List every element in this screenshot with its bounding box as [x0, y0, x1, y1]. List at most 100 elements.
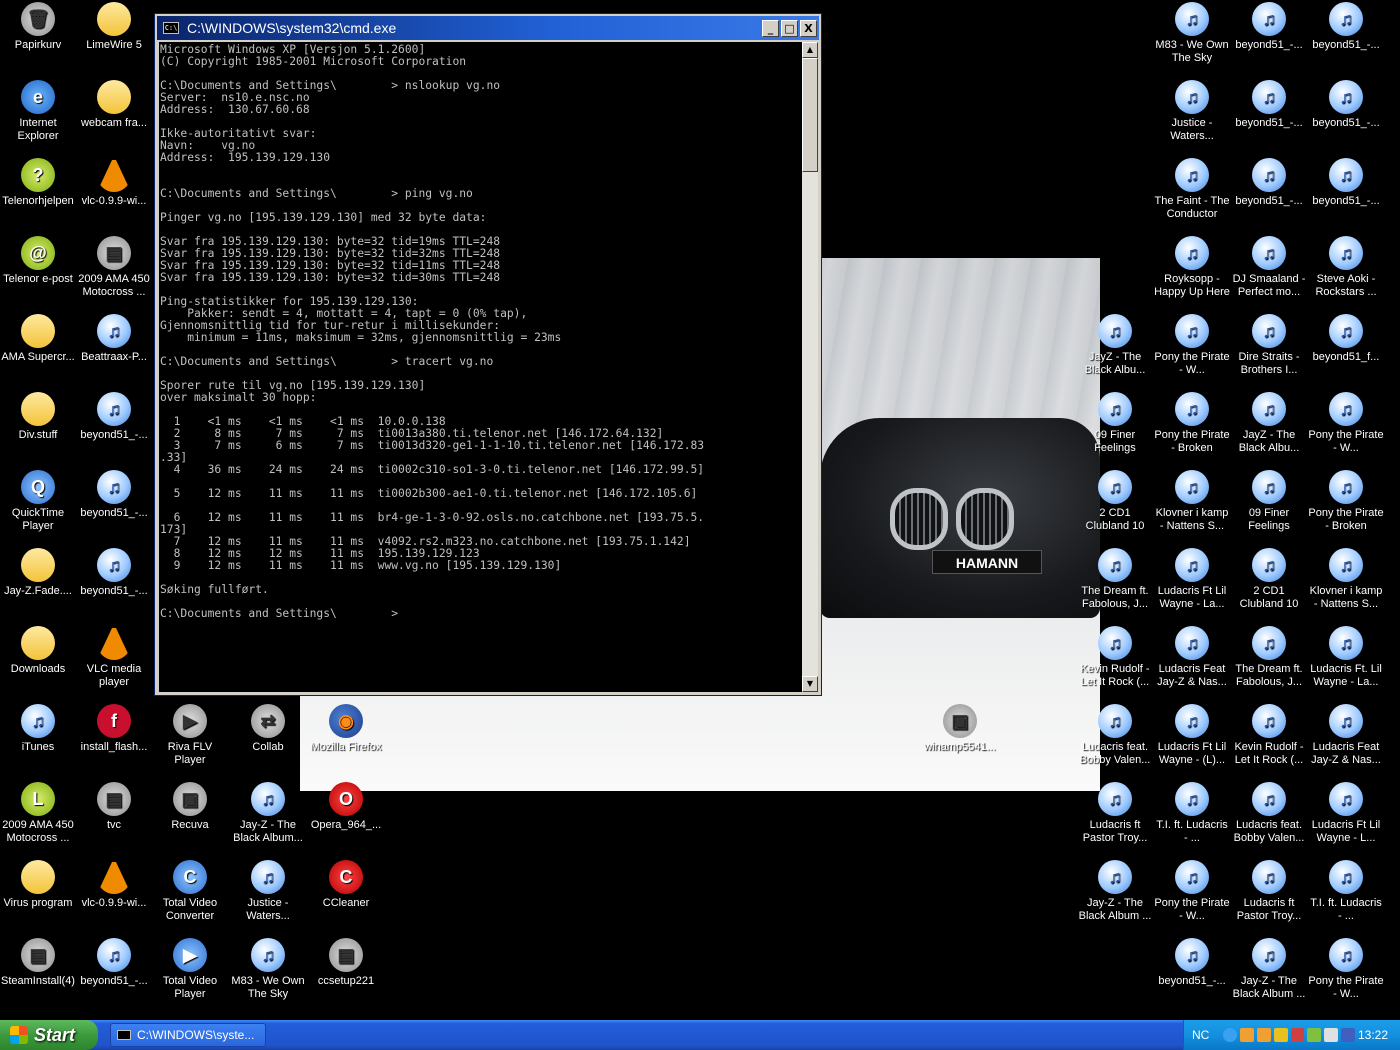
desktop-icon[interactable]: Virus program	[0, 860, 76, 910]
desktop-icon[interactable]: webcam fra...	[76, 80, 152, 130]
tray-device-icon[interactable]	[1324, 1028, 1339, 1042]
desktop-icon[interactable]: AMA Supercr...	[0, 314, 76, 364]
desktop-icon[interactable]: ♫ 09 Finer Feelings	[1231, 470, 1307, 533]
desktop-icon[interactable]: ▶ Riva FLV Player	[152, 704, 228, 767]
desktop-icon[interactable]: ♫ 2 CD1 Clubland 10 Darren St...	[1077, 470, 1153, 533]
desktop-icon[interactable]: ♫ Ludacris feat. Bobby Valen...	[1077, 704, 1153, 767]
tray-app-icon[interactable]	[1240, 1028, 1254, 1042]
taskbar-item-cmd[interactable]: C:\WINDOWS\syste...	[110, 1023, 266, 1047]
desktop-icon[interactable]: ♫ Ludacris Ft Lil Wayne - (L)...	[1154, 704, 1230, 767]
desktop-icon[interactable]: ▤ 2009 AMA 450 Motocross ...	[76, 236, 152, 299]
desktop-icon[interactable]: ♫ Kevin Rudolf - Let It Rock (...	[1231, 704, 1307, 767]
tray-arrow-icon[interactable]	[1223, 1028, 1238, 1042]
desktop-icon[interactable]: ♫ Pony the Pirate - W...	[1154, 860, 1230, 923]
desktop-icon[interactable]: L 2009 AMA 450 Motocross ...	[0, 782, 76, 845]
desktop-icon[interactable]: ♫ Pony the Pirate - W...	[1154, 314, 1230, 377]
scroll-down-button[interactable]: ▼	[802, 676, 818, 692]
scroll-thumb[interactable]	[802, 58, 818, 172]
tray-volume-icon[interactable]	[1307, 1028, 1322, 1042]
console-output[interactable]: Microsoft Windows XP [Versjon 5.1.2600] …	[159, 42, 802, 692]
tray-security-icon[interactable]	[1290, 1028, 1305, 1042]
desktop-icon[interactable]: ▶ Total Video Player	[152, 938, 228, 1001]
desktop-icon[interactable]: Q QuickTime Player	[0, 470, 76, 533]
desktop-icon[interactable]: O Opera_964_...	[308, 782, 384, 832]
desktop-icon[interactable]: ♫ beyond51_-...	[1308, 2, 1384, 52]
desktop-icon[interactable]: ♫ Ludacris Ft Lil Wayne - La...	[1154, 548, 1230, 611]
desktop-icon[interactable]: ⇄ Collab	[230, 704, 306, 754]
desktop-icon[interactable]: ♫ Jay-Z - The Black Album ...	[1231, 938, 1307, 1001]
tray-monitor-icon[interactable]	[1341, 1028, 1355, 1042]
desktop-icon[interactable]: @ Telenor e-post	[0, 236, 76, 286]
tray-network-icon[interactable]	[1273, 1028, 1288, 1042]
minimize-button[interactable]: _	[762, 19, 779, 37]
desktop-icon[interactable]: ♫ beyond51_f...	[1308, 314, 1384, 364]
desktop-icon[interactable]: ♫ Pony the Pirate - Broken	[1154, 392, 1230, 455]
desktop-icon[interactable]: ♫ beyond51_-...	[76, 548, 152, 598]
desktop-icon[interactable]: ♫ Ludacris ft Pastor Troy...	[1077, 782, 1153, 845]
desktop-icon[interactable]: C CCleaner	[308, 860, 384, 910]
desktop-icon[interactable]: ♫ JayZ - The Black Albu...	[1231, 392, 1307, 455]
start-button[interactable]: Start	[0, 1020, 98, 1050]
desktop-icon[interactable]: ♫ Klovner i kamp - Nattens S...	[1308, 548, 1384, 611]
desktop-icon[interactable]: vlc-0.9.9-wi...	[76, 158, 152, 208]
desktop-icon[interactable]: ♫ Steve Aoki - Rockstars ...	[1308, 236, 1384, 299]
desktop-icon[interactable]: ♫ Justice - Waters...	[1154, 80, 1230, 143]
desktop-icon[interactable]: f install_flash...	[76, 704, 152, 754]
desktop-icon[interactable]: ♫ T.I. ft. Ludacris - ...	[1308, 860, 1384, 923]
desktop-icon[interactable]: ♫ Pony the Pirate - W...	[1308, 392, 1384, 455]
desktop-icon[interactable]: ♫ Pony the Pirate - Broken	[1308, 470, 1384, 533]
desktop-icon[interactable]: LimeWire 5	[76, 2, 152, 52]
desktop-icon[interactable]: ♫ Kevin Rudolf - Let It Rock (...	[1077, 626, 1153, 689]
desktop-icon[interactable]: ♫ Klovner i kamp - Nattens S...	[1154, 470, 1230, 533]
desktop-icon[interactable]: ♫ 09 Finer Feelings	[1077, 392, 1153, 455]
desktop-icon[interactable]: ♫ beyond51_-...	[1308, 80, 1384, 130]
desktop-icon[interactable]: ♫ Dire Straits - Brothers I...	[1231, 314, 1307, 377]
desktop-icon[interactable]: ♫ beyond51_-...	[1231, 2, 1307, 52]
desktop-icon[interactable]: VLC media player	[76, 626, 152, 689]
desktop-icon[interactable]: ♫ beyond51_-...	[1231, 158, 1307, 208]
clock[interactable]: 13:22	[1358, 1028, 1388, 1042]
desktop-icon[interactable]: Div.stuff	[0, 392, 76, 442]
desktop-icon[interactable]: ♫ Beattraax-P...	[76, 314, 152, 364]
desktop-icon[interactable]: ? Telenorhjelpen	[0, 158, 76, 208]
desktop-icon[interactable]: ♫ M83 - We Own The Sky	[1154, 2, 1230, 65]
cmd-titlebar[interactable]: C:\ C:\WINDOWS\system32\cmd.exe _ □ X	[157, 16, 819, 40]
desktop-icon[interactable]: ♫ Ludacris Feat Jay-Z & Nas...	[1154, 626, 1230, 689]
desktop-icon[interactable]: vlc-0.9.9-wi...	[76, 860, 152, 910]
desktop-icon[interactable]: ♫ beyond51_-...	[76, 470, 152, 520]
desktop-icon[interactable]: ♫ Jay-Z - The Black Album...	[230, 782, 306, 845]
desktop-icon[interactable]: ♫ iTunes	[0, 704, 76, 754]
desktop-icon[interactable]: ♫ Jay-Z - The Black Album ...	[1077, 860, 1153, 923]
desktop-icon[interactable]: Downloads	[0, 626, 76, 676]
desktop-icon[interactable]: ♫ Justice - Waters...	[230, 860, 306, 923]
desktop-icon[interactable]: ▤ ccsetup221	[308, 938, 384, 988]
desktop-icon[interactable]: ♫ The Dream ft. Fabolous, J...	[1231, 626, 1307, 689]
desktop-icon[interactable]: ♫ beyond51_-...	[1308, 158, 1384, 208]
desktop-icon[interactable]: ♫ Ludacris Ft. Lil Wayne - La...	[1308, 626, 1384, 689]
desktop-icon[interactable]: ♫ Ludacris feat. Bobby Valen...	[1231, 782, 1307, 845]
vertical-scrollbar[interactable]: ▲ ▼	[802, 42, 818, 692]
close-button[interactable]: X	[800, 19, 817, 37]
desktop-icon[interactable]: Jay-Z.Fade....	[0, 548, 76, 598]
desktop-icon[interactable]: ▤ tvc	[76, 782, 152, 832]
desktop-icon[interactable]: ▣ winamp5541...	[922, 704, 998, 754]
desktop-icon[interactable]: ♫ beyond51_-...	[76, 938, 152, 988]
desktop-icon[interactable]: C Total Video Converter	[152, 860, 228, 923]
desktop-icon[interactable]: ♫ Pony the Pirate - W...	[1308, 938, 1384, 1001]
desktop-icon[interactable]: ♫ beyond51_-...	[76, 392, 152, 442]
desktop-icon[interactable]: ♫ Royksopp - Happy Up Here	[1154, 236, 1230, 299]
desktop-icon[interactable]: ▤ SteamInstall(4)	[0, 938, 76, 988]
desktop-icon[interactable]: ◉ Mozilla Firefox	[308, 704, 384, 754]
desktop-icon[interactable]: ♫ 2 CD1 Clubland 10 Darren St...	[1231, 548, 1307, 611]
language-indicator[interactable]: NC	[1192, 1028, 1209, 1042]
cmd-window[interactable]: C:\ C:\WINDOWS\system32\cmd.exe _ □ X Mi…	[154, 13, 822, 696]
desktop-icon[interactable]: ▣ Recuva	[152, 782, 228, 832]
desktop-icon[interactable]: e Internet Explorer	[0, 80, 76, 143]
desktop-icon[interactable]: ♫ The Dream ft. Fabolous, J...	[1077, 548, 1153, 611]
maximize-button[interactable]: □	[781, 19, 798, 37]
desktop-icon[interactable]: ♫ JayZ - The Black Albu...	[1077, 314, 1153, 377]
desktop-icon[interactable]: ♫ beyond51_-...	[1154, 938, 1230, 988]
desktop-icon[interactable]: ♫ DJ Smaaland - Perfect mo...	[1231, 236, 1307, 299]
desktop-icon[interactable]: ♫ beyond51_-...	[1231, 80, 1307, 130]
desktop-icon[interactable]: 🗑 Papirkurv	[0, 2, 76, 52]
